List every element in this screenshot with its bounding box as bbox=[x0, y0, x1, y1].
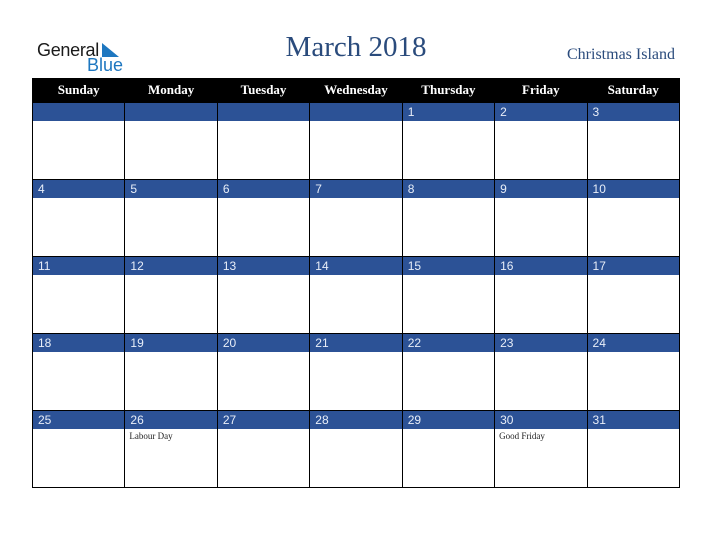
day-number: 12 bbox=[125, 257, 217, 275]
day-number: 29 bbox=[402, 411, 495, 429]
day-number: 23 bbox=[495, 334, 587, 352]
day-cell[interactable]: 29 bbox=[401, 410, 496, 488]
day-cell[interactable]: 13 bbox=[216, 256, 311, 334]
day-cell[interactable] bbox=[309, 102, 403, 180]
holiday-event: Good Friday bbox=[499, 431, 545, 441]
weekday-header-thursday: Thursday bbox=[401, 78, 496, 103]
week-row: 123 bbox=[31, 102, 681, 180]
day-cell[interactable] bbox=[216, 102, 311, 180]
day-cell[interactable]: 8 bbox=[401, 179, 496, 257]
weekday-header-monday: Monday bbox=[124, 78, 218, 103]
weekday-header-tuesday: Tuesday bbox=[216, 78, 311, 103]
day-cell[interactable]: 10 bbox=[586, 179, 681, 257]
day-cell[interactable]: 24 bbox=[586, 333, 681, 411]
day-number: 11 bbox=[33, 257, 125, 275]
day-cell[interactable] bbox=[31, 102, 126, 180]
week-row: 4 5 6 7 8 9 10 bbox=[31, 179, 681, 257]
day-cell[interactable]: 4 bbox=[31, 179, 126, 257]
day-number: 26 bbox=[125, 411, 217, 429]
day-cell[interactable]: 30 Good Friday bbox=[494, 410, 588, 488]
day-cell[interactable]: 11 bbox=[31, 256, 126, 334]
day-number: 27 bbox=[217, 411, 310, 429]
day-cell[interactable]: 26 Labour Day bbox=[124, 410, 218, 488]
day-number: 18 bbox=[33, 334, 125, 352]
day-number: 6 bbox=[217, 180, 310, 198]
day-number: 20 bbox=[217, 334, 310, 352]
day-cell[interactable]: 1 bbox=[401, 102, 496, 180]
day-number: 2 bbox=[495, 103, 587, 121]
day-cell[interactable]: 23 bbox=[494, 333, 588, 411]
day-number: 9 bbox=[495, 180, 587, 198]
day-number bbox=[310, 103, 402, 121]
region-label: Christmas Island bbox=[567, 46, 675, 63]
day-number bbox=[33, 103, 125, 121]
day-number: 4 bbox=[33, 180, 125, 198]
weekday-header-row: Sunday Monday Tuesday Wednesday Thursday Frid… bbox=[31, 78, 681, 103]
day-number: 7 bbox=[310, 180, 402, 198]
day-cell[interactable]: 15 bbox=[401, 256, 496, 334]
day-cell[interactable]: 5 bbox=[124, 179, 218, 257]
day-number: 10 bbox=[587, 180, 679, 198]
weekday-header-friday: Friday bbox=[494, 78, 588, 103]
day-cell[interactable]: 2 bbox=[494, 102, 588, 180]
day-number: 30 bbox=[495, 411, 587, 429]
day-cell[interactable]: 14 bbox=[309, 256, 403, 334]
day-number bbox=[217, 103, 310, 121]
day-number: 5 bbox=[125, 180, 217, 198]
day-number: 28 bbox=[310, 411, 402, 429]
day-cell[interactable]: 7 bbox=[309, 179, 403, 257]
weekday-header-sunday: Sunday bbox=[31, 78, 126, 103]
day-number: 17 bbox=[587, 257, 679, 275]
day-number: 31 bbox=[587, 411, 679, 429]
day-cell[interactable]: 6 bbox=[216, 179, 311, 257]
weekday-header-wednesday: Wednesday bbox=[309, 78, 403, 103]
day-cell[interactable]: 27 bbox=[216, 410, 311, 488]
day-cell[interactable]: 20 bbox=[216, 333, 311, 411]
day-cell[interactable]: 19 bbox=[124, 333, 218, 411]
day-cell[interactable]: 21 bbox=[309, 333, 403, 411]
day-number: 15 bbox=[402, 257, 495, 275]
day-number: 21 bbox=[310, 334, 402, 352]
week-row: 25 26 Labour Day 27 28 29 30 Good Friday 31 bbox=[31, 410, 681, 488]
day-cell[interactable]: 3 bbox=[586, 102, 681, 180]
day-number: 14 bbox=[310, 257, 402, 275]
day-number: 13 bbox=[217, 257, 310, 275]
day-cell[interactable]: 16 bbox=[494, 256, 588, 334]
holiday-event: Labour Day bbox=[129, 431, 173, 441]
calendar-grid: Sunday Monday Tuesday Wednesday Thursday Frid… bbox=[31, 78, 681, 488]
weekday-header-saturday: Saturday bbox=[586, 78, 681, 103]
day-number: 1 bbox=[402, 103, 495, 121]
day-cell[interactable]: 12 bbox=[124, 256, 218, 334]
day-number: 8 bbox=[402, 180, 495, 198]
day-cell[interactable]: 25 bbox=[31, 410, 126, 488]
week-row: 11 12 13 14 15 16 17 bbox=[31, 256, 681, 334]
day-cell[interactable]: 22 bbox=[401, 333, 496, 411]
day-number: 22 bbox=[402, 334, 495, 352]
day-cell[interactable]: 17 bbox=[586, 256, 681, 334]
day-number: 3 bbox=[587, 103, 679, 121]
day-number bbox=[125, 103, 217, 121]
day-cell[interactable] bbox=[124, 102, 218, 180]
day-number: 16 bbox=[495, 257, 587, 275]
day-cell[interactable]: 31 bbox=[586, 410, 681, 488]
day-number: 24 bbox=[587, 334, 679, 352]
day-cell[interactable]: 9 bbox=[494, 179, 588, 257]
week-row: 18 19 20 21 22 23 24 bbox=[31, 333, 681, 411]
day-number: 25 bbox=[33, 411, 125, 429]
day-number: 19 bbox=[125, 334, 217, 352]
day-cell[interactable]: 18 bbox=[31, 333, 126, 411]
day-cell[interactable]: 28 bbox=[309, 410, 403, 488]
